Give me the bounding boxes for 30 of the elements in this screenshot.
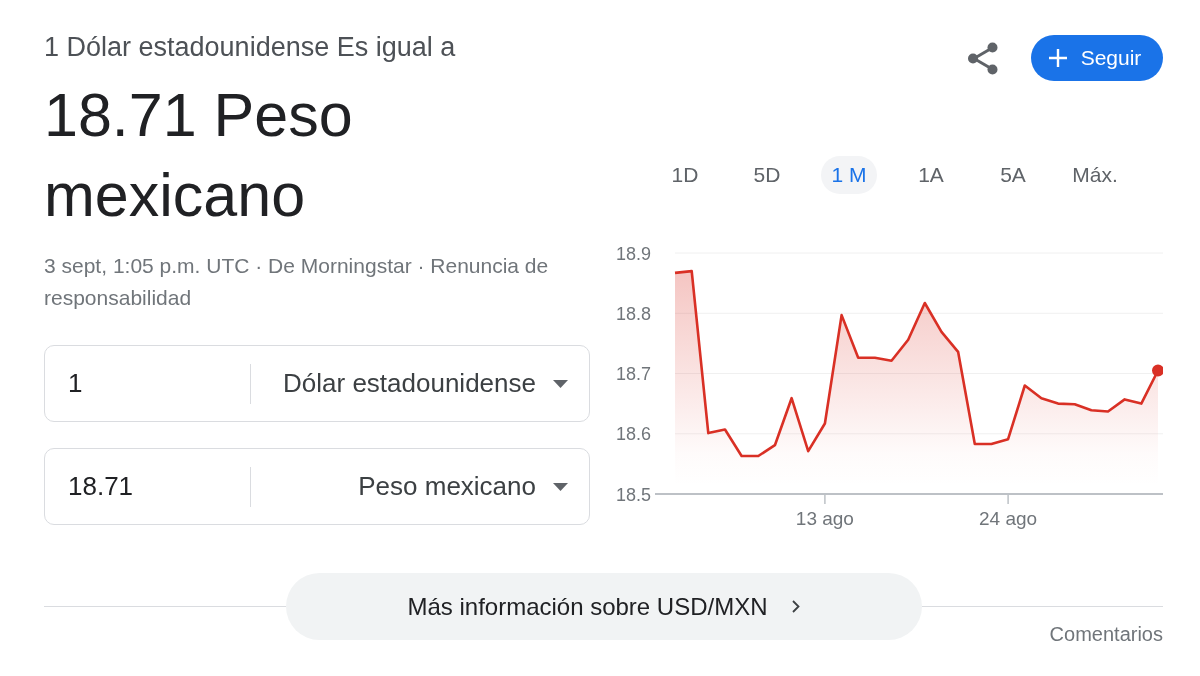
amount-input[interactable]: 18.71 [45, 449, 250, 524]
follow-button[interactable]: Seguir [1031, 35, 1163, 81]
converter-field[interactable]: 18.71 Peso mexicano [44, 448, 590, 525]
range-tab[interactable]: 1A [903, 156, 959, 194]
x-axis-label: 13 ago [795, 508, 854, 529]
amount-input[interactable]: 1 [45, 346, 250, 421]
range-tab[interactable]: 5D [739, 156, 795, 194]
y-axis-label: 18.7 [616, 364, 652, 384]
currency-select[interactable]: Peso mexicano [251, 449, 589, 524]
chevron-right-icon [791, 600, 800, 613]
range-tab[interactable]: Máx. [1067, 156, 1123, 194]
plus-icon [1048, 49, 1067, 67]
range-tab[interactable]: 1D [657, 156, 713, 194]
caret-icon [553, 482, 568, 491]
more-info-button[interactable]: Más información sobre USD/MXN [285, 573, 922, 640]
conversion-result: 18.71 Peso mexicano [44, 80, 354, 231]
currency-select[interactable]: Dólar estadounidense [251, 346, 589, 421]
converter-field[interactable]: 1 Dólar estadounidense [44, 345, 590, 422]
range-tab[interactable]: 5A [985, 156, 1041, 194]
y-axis-label: 18.8 [616, 303, 652, 324]
x-axis-label: 24 ago [979, 508, 1038, 529]
share-icon[interactable] [968, 41, 998, 75]
y-axis-label: 18.9 [616, 243, 652, 264]
y-axis-label: 18.6 [616, 424, 652, 445]
feedback-link[interactable]: Comentarios [1049, 623, 1163, 645]
source-note: 3 sept, 1:05 p.m. UTC · De Morningstar · Renuncia de responsabilidad [44, 253, 550, 311]
range-tab[interactable]: 1 M [821, 156, 877, 194]
caret-icon [553, 379, 568, 388]
y-axis-label: 18.5 [616, 484, 652, 505]
conversion-label: 1 Dólar estadounidense Es igual a [44, 32, 457, 62]
